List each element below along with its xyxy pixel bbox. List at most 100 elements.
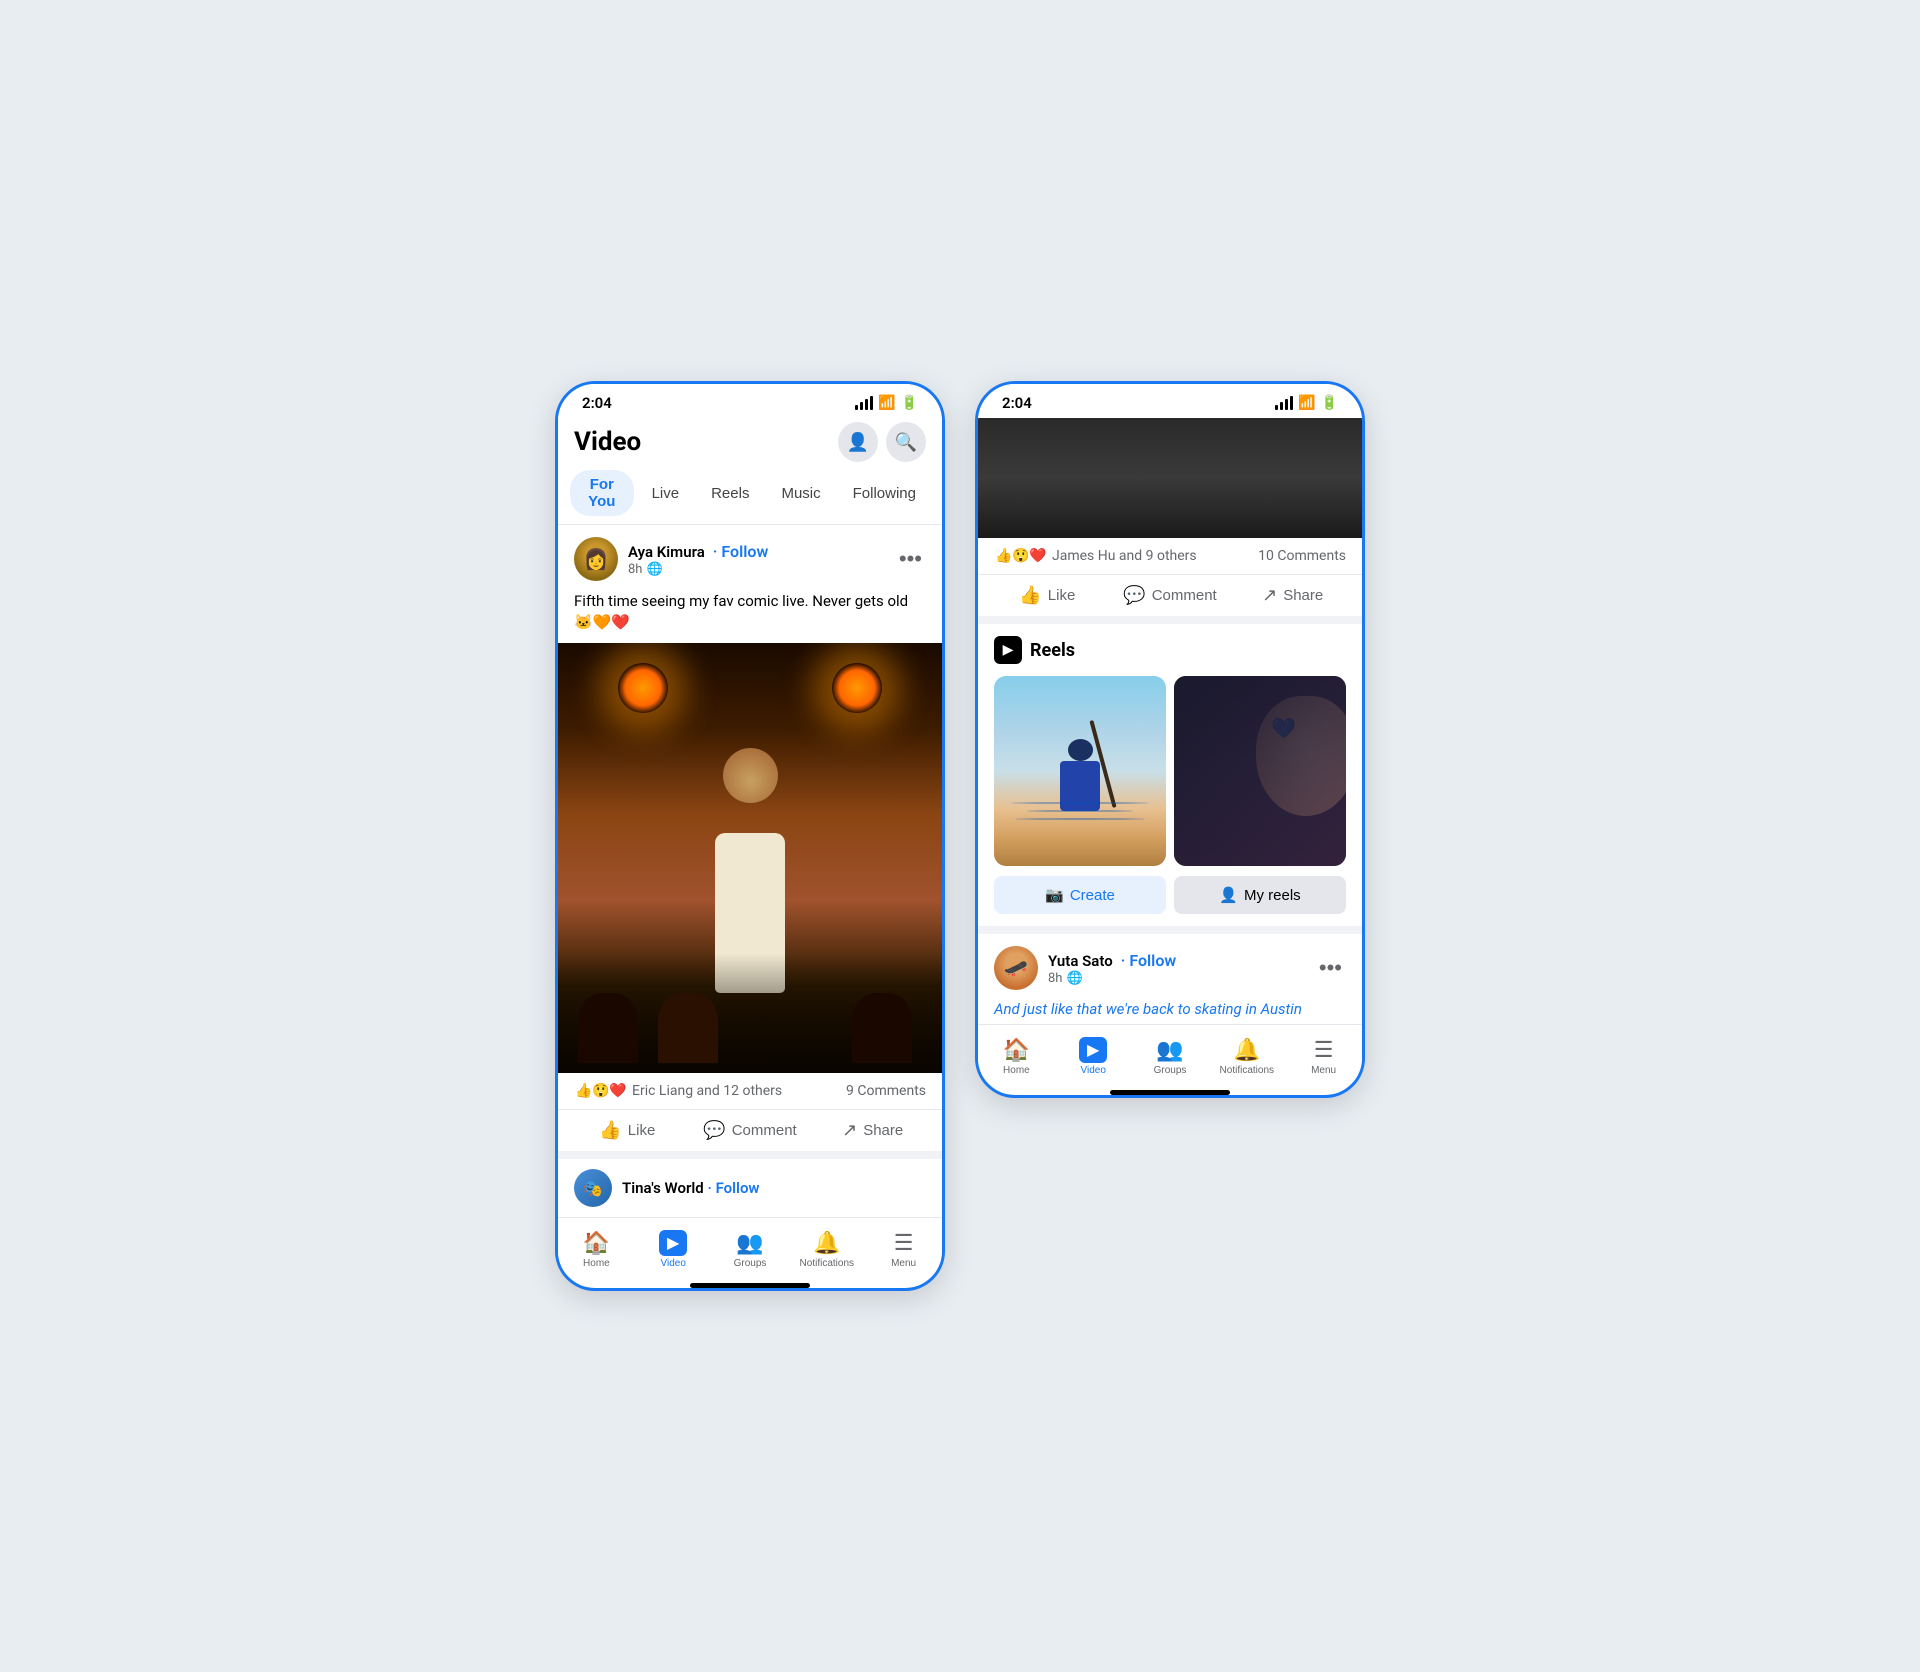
video-icon-2: ▶ (1079, 1037, 1107, 1063)
phones-container: 2:04 📶 🔋 Video 👤 🔍 (555, 381, 1365, 1291)
poster-name-yuta: Yuta Sato (1048, 952, 1113, 970)
signal-icon-1 (855, 396, 873, 410)
my-reels-button[interactable]: 👤 My reels (1174, 876, 1346, 914)
avatar-yuta-image: 🛹 (994, 946, 1038, 990)
reels-title: Reels (1030, 640, 1075, 661)
reels-buttons: 📷 Create 👤 My reels (994, 876, 1346, 914)
post-meta-yuta: Yuta Sato · Follow 8h 🌐 (1048, 951, 1315, 986)
menu-label-2: Menu (1311, 1065, 1336, 1076)
performer-head (723, 748, 778, 803)
avatar-aya: 👩 (574, 537, 618, 581)
groups-label-1: Groups (734, 1258, 767, 1269)
nav-video-2[interactable]: ▶ Video (1055, 1033, 1132, 1080)
reel-makeup-image (1174, 676, 1346, 866)
home-label-2: Home (1003, 1065, 1030, 1076)
person-icon: 👤 (847, 432, 869, 453)
reels-section: ▶ Reels (978, 624, 1362, 934)
search-icon: 🔍 (895, 432, 917, 453)
reaction-emojis-2: 👍 😲 ❤️ (994, 546, 1048, 566)
share-icon-2: ↗ (1262, 585, 1277, 606)
share-button-1[interactable]: ↗ Share (811, 1112, 934, 1149)
next-follow-link[interactable]: · Follow (707, 1179, 759, 1197)
nav-home-2[interactable]: 🏠 Home (978, 1033, 1055, 1080)
tab-live[interactable]: Live (638, 470, 694, 516)
action-buttons-2: 👍 Like 💬 Comment ↗ Share (978, 575, 1362, 616)
reactions-row-2: 👍 😲 ❤️ James Hu and 9 others 10 Comments (978, 538, 1362, 575)
app-header-1: Video 👤 🔍 (558, 418, 942, 470)
search-icon-button[interactable]: 🔍 (886, 422, 926, 462)
wifi-icon-2: 📶 (1298, 395, 1315, 411)
next-post-preview-1: 🎭 Tina's World · Follow (558, 1159, 942, 1217)
yuta-post-text: And just like that we're back to skating… (978, 994, 1362, 1024)
more-options-button-1[interactable]: ••• (895, 544, 926, 574)
tab-reels[interactable]: Reels (697, 470, 763, 516)
more-options-button-yuta[interactable]: ••• (1315, 953, 1346, 983)
like-button-2[interactable]: 👍 Like (986, 577, 1109, 614)
comedy-show-image (558, 643, 942, 1073)
post-image-1 (558, 643, 942, 1073)
comment-icon-1: 💬 (703, 1120, 725, 1141)
post-header-yuta: 🛹 Yuta Sato · Follow 8h 🌐 ••• (978, 934, 1362, 994)
header-icons-1: 👤 🔍 (838, 422, 926, 462)
globe-icon-yuta: 🌐 (1066, 971, 1082, 986)
nav-notifications-2[interactable]: 🔔 Notifications (1208, 1033, 1285, 1080)
yuta-post: 🛹 Yuta Sato · Follow 8h 🌐 ••• And just l… (978, 934, 1362, 1024)
avatar-tinas-world: 🎭 (574, 1169, 612, 1207)
reels-grid (994, 676, 1346, 866)
share-button-2[interactable]: ↗ Share (1231, 577, 1354, 614)
home-indicator-1 (690, 1283, 810, 1288)
post-time-1: 8h 🌐 (628, 562, 895, 577)
reels-header: ▶ Reels (994, 636, 1346, 664)
like-button-1[interactable]: 👍 Like (566, 1112, 689, 1149)
post-header-1: 👩 Aya Kimura · Follow 8h 🌐 ••• (558, 525, 942, 585)
battery-icon-1: 🔋 (901, 395, 918, 411)
reactions-text-1: Eric Liang and 12 others (632, 1083, 782, 1099)
dark-image-top (978, 418, 1362, 538)
follow-link-1[interactable]: · Follow (713, 542, 769, 561)
nav-video-1[interactable]: ▶ Video (635, 1226, 712, 1273)
post-meta-1: Aya Kimura · Follow 8h 🌐 (628, 542, 895, 577)
comment-button-1[interactable]: 💬 Comment (689, 1112, 812, 1149)
reactions-text-2: James Hu and 9 others (1052, 548, 1197, 564)
audience-head-3 (852, 993, 912, 1063)
camera-icon: 📷 (1045, 886, 1064, 904)
app-title-1: Video (574, 427, 641, 457)
action-buttons-1: 👍 Like 💬 Comment ↗ Share (558, 1110, 942, 1151)
profile-icon-button[interactable]: 👤 (838, 422, 878, 462)
water-ripples (994, 796, 1166, 846)
tab-music[interactable]: Music (767, 470, 834, 516)
nav-groups-2[interactable]: 👥 Groups (1132, 1033, 1209, 1080)
avatar-aya-image: 👩 (574, 537, 618, 581)
tab-following[interactable]: Following (839, 470, 930, 516)
makeup-overlay (1174, 676, 1346, 866)
home-icon-1: 🏠 (583, 1230, 610, 1256)
post-time-yuta: 8h 🌐 (1048, 971, 1315, 986)
home-icon-2: 🏠 (1003, 1037, 1030, 1063)
post-card-2-top: 👍 😲 ❤️ James Hu and 9 others 10 Comments… (978, 538, 1362, 624)
reactions-left-2: 👍 😲 ❤️ James Hu and 9 others (994, 546, 1197, 566)
audience-head-1 (578, 993, 638, 1063)
nav-menu-1[interactable]: ☰ Menu (865, 1226, 942, 1273)
avatar-yuta: 🛹 (994, 946, 1038, 990)
nav-menu-2[interactable]: ☰ Menu (1285, 1033, 1362, 1080)
follow-link-yuta[interactable]: · Follow (1121, 951, 1177, 970)
person-circle-icon: 👤 (1219, 886, 1238, 904)
video-label-2: Video (1080, 1065, 1105, 1076)
audience-head-2 (658, 993, 718, 1063)
signal-icon-2 (1275, 396, 1293, 410)
nav-tabs-1: For You Live Reels Music Following (558, 470, 942, 525)
nav-notifications-1[interactable]: 🔔 Notifications (788, 1226, 865, 1273)
nav-groups-1[interactable]: 👥 Groups (712, 1226, 789, 1273)
create-reel-button[interactable]: 📷 Create (994, 876, 1166, 914)
phone-2: 2:04 📶 🔋 👍 😲 ❤ (975, 381, 1365, 1098)
like-icon-2: 👍 (1019, 585, 1041, 606)
tab-for-you[interactable]: For You (570, 470, 634, 516)
video-label-1: Video (660, 1258, 685, 1269)
status-bar-2: 2:04 📶 🔋 (978, 384, 1362, 418)
reel-thumb-makeup[interactable] (1174, 676, 1346, 866)
comment-button-2[interactable]: 💬 Comment (1109, 577, 1232, 614)
reel-thumb-paddle[interactable] (994, 676, 1166, 866)
notifications-icon-1: 🔔 (813, 1230, 840, 1256)
nav-home-1[interactable]: 🏠 Home (558, 1226, 635, 1273)
groups-label-2: Groups (1154, 1065, 1187, 1076)
